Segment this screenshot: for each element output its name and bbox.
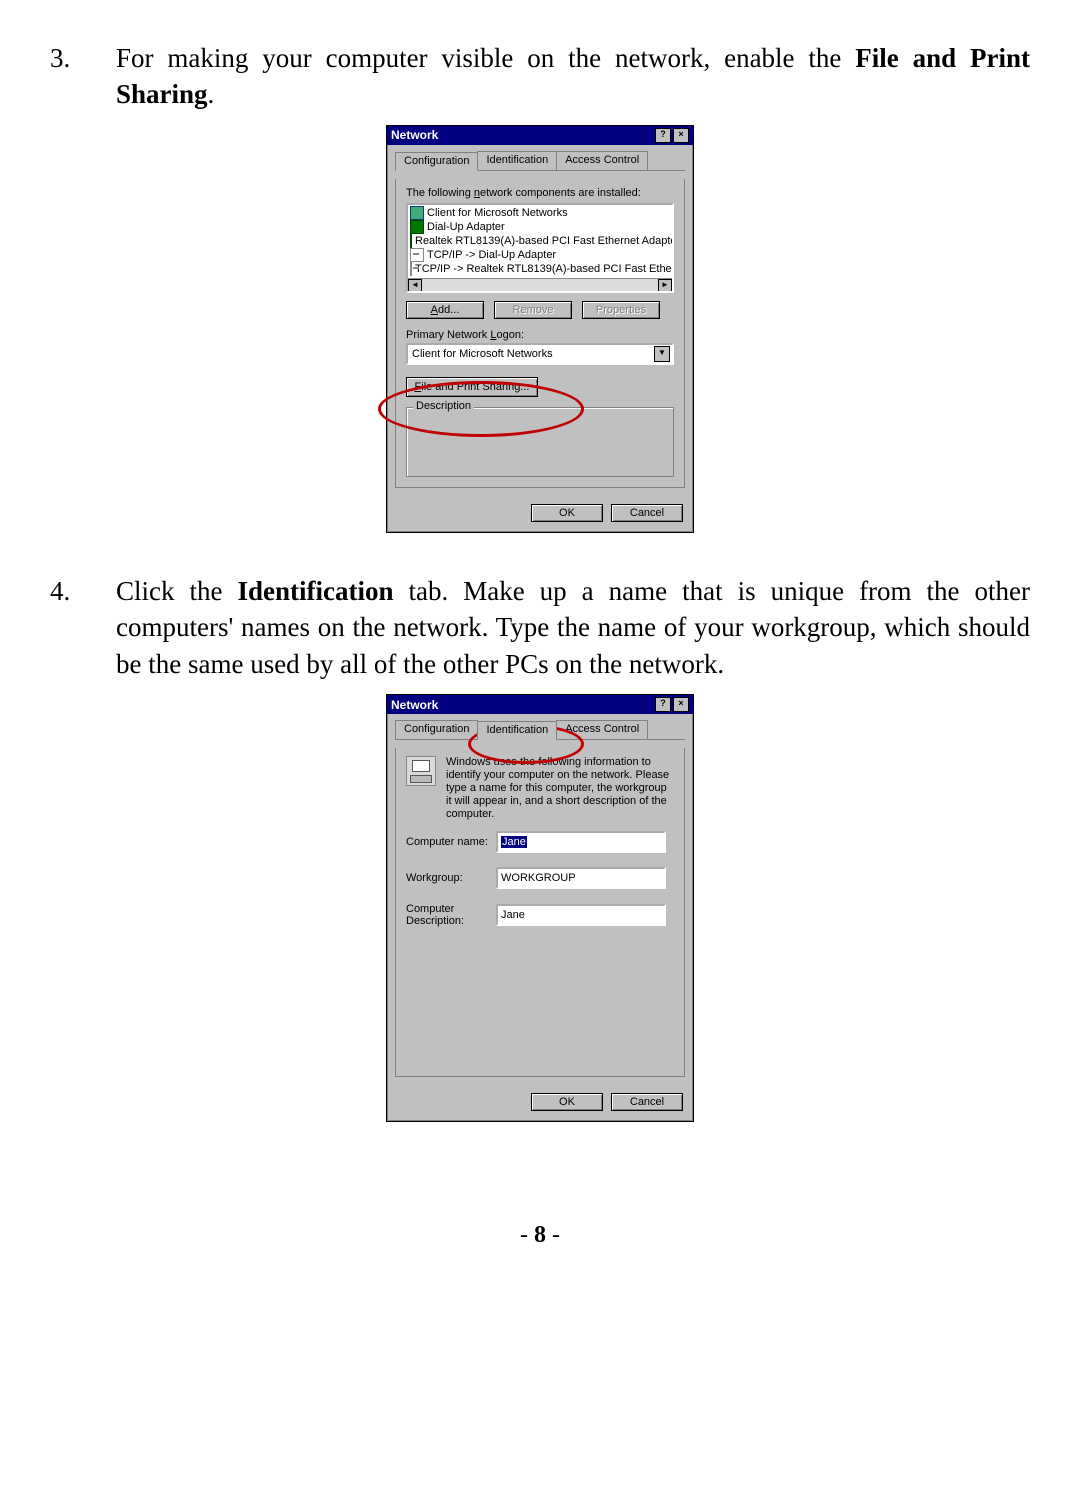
configuration-panel: The following network components are ins… [395,179,685,488]
primary-logon-dropdown[interactable]: Client for Microsoft Networks ▼ [406,343,674,365]
step-4: 4. Click the Identification tab. Make up… [50,573,1030,682]
workgroup-field[interactable]: WORKGROUP [496,867,666,889]
tab-configuration[interactable]: Configuration [395,720,478,739]
dialog-title: Network [391,698,438,712]
computer-description-field[interactable]: Jane [496,904,666,926]
adapter-icon [410,234,412,248]
tab-access-control[interactable]: Access Control [556,720,648,739]
step-3: 3. For making your computer visible on t… [50,40,1030,113]
installed-components-label: The following network components are ins… [406,187,674,199]
step-4-body: Click the Identification tab. Make up a … [116,573,1030,682]
scroll-right-icon[interactable]: ► [658,279,672,292]
identification-panel: Windows uses the following information t… [395,748,685,1077]
dialog-footer: OK Cancel [387,1085,693,1121]
step-4-text-a: Click the [116,576,237,606]
step-3-body: For making your computer visible on the … [116,40,1030,113]
remove-button: Remove [494,301,572,319]
identification-blurb: Windows uses the following information t… [446,756,674,821]
workgroup-label: Workgroup: [406,872,496,884]
file-and-print-sharing-button[interactable]: File and Print Sharing... [406,377,538,397]
tab-identification[interactable]: Identification [477,721,557,740]
primary-logon-value: Client for Microsoft Networks [412,348,553,360]
step-3-text-b: . [208,79,215,109]
page-number: - 8 - [50,1162,1030,1279]
tab-identification[interactable]: Identification [477,151,557,170]
components-listbox[interactable]: Client for Microsoft Networks Dial-Up Ad… [406,203,674,293]
horizontal-scrollbar[interactable]: ◄ ► [408,278,672,291]
ok-button[interactable]: OK [531,1093,603,1111]
list-item[interactable]: Client for Microsoft Networks [410,206,670,220]
list-item[interactable]: Realtek RTL8139(A)-based PCI Fast Ethern… [410,234,670,248]
titlebar: Network ? × [387,695,693,714]
computer-description-label: ComputerDescription: [406,903,496,927]
cancel-button[interactable]: Cancel [611,1093,683,1111]
dialog2-wrap: Network ? × Configuration Identification… [50,694,1030,1122]
properties-button: Properties [582,301,660,319]
close-icon[interactable]: × [673,697,689,712]
step-3-number: 3. [50,40,116,113]
network-dialog-configuration: Network ? × Configuration Identification… [386,125,694,533]
titlebar: Network ? × [387,126,693,145]
help-icon[interactable]: ? [655,128,671,143]
computer-icon [406,756,436,786]
workgroup-value: WORKGROUP [501,872,576,884]
ok-button[interactable]: OK [531,504,603,522]
description-group: Description [406,407,674,477]
primary-logon-label: Primary Network Logon: [406,329,674,341]
close-icon[interactable]: × [673,128,689,143]
list-item[interactable]: TCP/IP -> Realtek RTL8139(A)-based PCI F… [410,262,670,276]
client-icon [410,206,424,220]
description-label: Description [413,400,474,412]
list-item[interactable]: TCP/IP -> Dial-Up Adapter [410,248,670,262]
add-button[interactable]: Add... [406,301,484,319]
tab-access-control[interactable]: Access Control [556,151,648,170]
tabs: Configuration Identification Access Cont… [395,151,685,171]
computer-name-label: Computer name: [406,836,496,848]
cancel-button[interactable]: Cancel [611,504,683,522]
step-3-text-a: For making your computer visible on the … [116,43,855,73]
computer-name-field[interactable]: Jane [496,831,666,853]
dialog-title: Network [391,128,438,142]
protocol-icon [410,262,412,276]
tab-configuration[interactable]: Configuration [395,152,478,171]
list-item[interactable]: Dial-Up Adapter [410,220,670,234]
step-4-number: 4. [50,573,116,682]
dialog-footer: OK Cancel [387,496,693,532]
dialog1-wrap: Network ? × Configuration Identification… [50,125,1030,533]
scroll-left-icon[interactable]: ◄ [408,279,422,292]
computer-name-value: Jane [501,836,527,848]
network-dialog-identification: Network ? × Configuration Identification… [386,694,694,1122]
step-4-bold: Identification [237,576,393,606]
help-icon[interactable]: ? [655,697,671,712]
computer-description-value: Jane [501,909,525,921]
adapter-icon [410,220,424,234]
protocol-icon [410,248,424,262]
chevron-down-icon[interactable]: ▼ [654,346,670,362]
tabs: Configuration Identification Access Cont… [395,720,685,740]
